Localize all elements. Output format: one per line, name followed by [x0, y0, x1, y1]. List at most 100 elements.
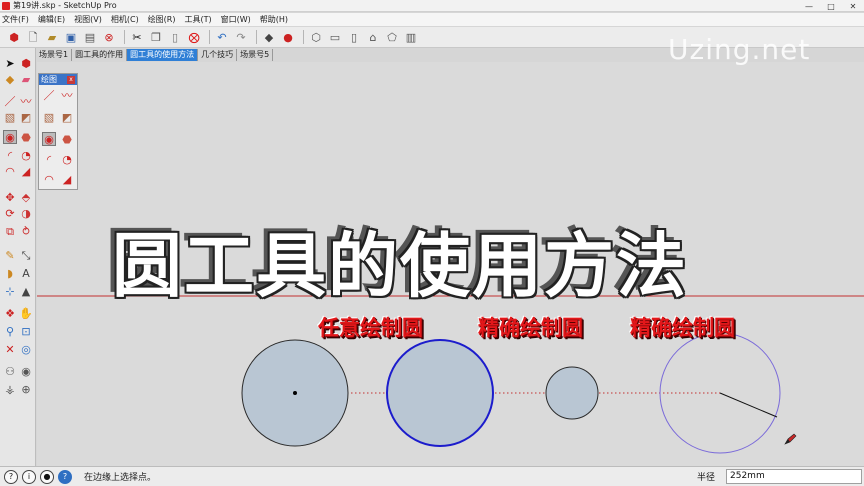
- menu-help[interactable]: 帮助(H): [260, 14, 288, 25]
- cut-icon[interactable]: ✂: [129, 29, 145, 45]
- position-camera-icon[interactable]: ⚇: [3, 364, 17, 378]
- three-point-arc-icon[interactable]: ◢: [19, 164, 33, 178]
- axes-icon[interactable]: ⊹: [3, 284, 17, 298]
- user-icon[interactable]: ●: [40, 469, 54, 484]
- freehand-icon[interactable]: 〰: [19, 94, 33, 108]
- maximize-icon[interactable]: □: [820, 0, 842, 12]
- pie-icon[interactable]: ◔: [19, 148, 33, 162]
- scene-tab-4[interactable]: 几个技巧: [198, 49, 238, 61]
- back-view-icon[interactable]: ▥: [403, 29, 419, 45]
- redo-icon[interactable]: ↷: [233, 29, 249, 45]
- two-point-arc-icon[interactable]: ◠: [3, 164, 17, 178]
- delete-icon[interactable]: ⨂: [186, 29, 202, 45]
- home-view-icon[interactable]: ⌂: [365, 29, 381, 45]
- panel-arc-icon[interactable]: ◜: [42, 152, 56, 166]
- orbit-icon[interactable]: ❖: [3, 306, 17, 320]
- print-icon[interactable]: ▤: [82, 29, 98, 45]
- eraser-icon[interactable]: ▰: [19, 72, 33, 86]
- previous-view-icon[interactable]: ◎: [19, 342, 33, 356]
- circle-precise-selected[interactable]: [386, 339, 494, 447]
- zoom-window-icon[interactable]: ⊡: [19, 324, 33, 338]
- toolbar-separator: [303, 30, 304, 44]
- circle-precise-small[interactable]: [545, 366, 599, 420]
- walk-icon[interactable]: ⚶: [3, 382, 17, 396]
- rotated-rect-icon[interactable]: ◩: [19, 110, 33, 124]
- measurements-input[interactable]: 252mm: [726, 469, 862, 484]
- text-tool-icon[interactable]: A: [19, 266, 33, 280]
- look-around-icon[interactable]: ◉: [19, 364, 33, 378]
- panel-polygon-icon[interactable]: ⬣: [60, 132, 74, 146]
- section-plane-icon[interactable]: ⊕: [19, 382, 33, 396]
- panel-rectangle-icon[interactable]: ▧: [42, 110, 56, 124]
- panel-pie-icon[interactable]: ◔: [60, 152, 74, 166]
- push-pull-icon[interactable]: ⬘: [19, 190, 33, 204]
- status-bar: ? i ● ? 在边缘上选择点。 半径 252mm: [0, 466, 864, 486]
- scene-tab-2[interactable]: 圆工具的作用: [72, 49, 128, 61]
- move-icon[interactable]: ✥: [3, 190, 17, 204]
- window-controls: — □ ✕: [798, 0, 864, 12]
- panel-three-point-arc-icon[interactable]: ◢: [60, 172, 74, 186]
- menu-draw[interactable]: 绘图(R): [148, 14, 176, 25]
- drawing-panel-close-icon[interactable]: x: [67, 75, 75, 84]
- title-bar: 第19讲.skp - SketchUp Pro — □ ✕: [0, 0, 864, 12]
- menu-camera[interactable]: 相机(C): [111, 14, 139, 25]
- radius-preview-line: [719, 392, 778, 418]
- scene-tab-5[interactable]: 场景号5: [237, 49, 274, 61]
- offset-icon[interactable]: ⥁: [19, 224, 33, 238]
- scene-tab-3[interactable]: 圆工具的使用方法: [127, 49, 199, 61]
- zoom-icon[interactable]: ⚲: [3, 324, 17, 338]
- erase-model-icon[interactable]: ⊗: [101, 29, 117, 45]
- zoom-extents-icon[interactable]: ✕: [3, 342, 17, 356]
- 3d-text-icon[interactable]: ▲: [19, 284, 33, 298]
- select-arrow-icon[interactable]: ➤: [3, 56, 17, 70]
- panel-freehand-icon[interactable]: 〰: [60, 88, 74, 102]
- shadow-icon[interactable]: ●: [280, 29, 296, 45]
- info-icon[interactable]: i: [22, 469, 36, 484]
- label-precise-circle-2: 精确绘制圆: [630, 316, 735, 340]
- components-icon[interactable]: ◆: [261, 29, 277, 45]
- open-file-icon[interactable]: ▰: [44, 29, 60, 45]
- dimension-icon[interactable]: ⤡: [19, 248, 33, 262]
- follow-me-icon[interactable]: ◑: [19, 206, 33, 220]
- panel-line-icon[interactable]: ／: [42, 88, 56, 102]
- line-tool-icon[interactable]: ／: [3, 94, 17, 108]
- undo-icon[interactable]: ↶: [214, 29, 230, 45]
- panel-rotated-rect-icon[interactable]: ◩: [60, 110, 74, 124]
- pan-icon[interactable]: ✋: [19, 306, 33, 320]
- label-freehand-circle: 任意绘制圆: [318, 316, 423, 340]
- panel-two-point-arc-icon[interactable]: ◠: [42, 172, 56, 186]
- minimize-icon[interactable]: —: [798, 0, 820, 12]
- drawing-panel-header[interactable]: 绘图 x: [39, 74, 77, 85]
- new-file-icon[interactable]: 🗋: [25, 29, 41, 45]
- large-tool-set: ➤ ⬢ ◆ ▰ ／ 〰 ▧ ◩ ◉ ⬣ ◜ ◔ ◠ ◢ ✥ ⬘ ⟳ ◑ ⧉ ⥁ …: [0, 48, 36, 466]
- tape-measure-icon[interactable]: ✎: [3, 248, 17, 262]
- polygon-icon[interactable]: ⬣: [19, 130, 33, 144]
- menu-file[interactable]: 文件(F): [2, 14, 29, 25]
- help-icon[interactable]: ?: [58, 469, 72, 484]
- rectangle-icon[interactable]: ▧: [3, 110, 17, 124]
- front-view-icon[interactable]: ▯: [346, 29, 362, 45]
- menu-window[interactable]: 窗口(W): [221, 14, 251, 25]
- paste-icon[interactable]: ▯: [167, 29, 183, 45]
- arc-icon[interactable]: ◜: [3, 148, 17, 162]
- copy-icon[interactable]: ❐: [148, 29, 164, 45]
- right-view-icon[interactable]: ⬠: [384, 29, 400, 45]
- iso-view-icon[interactable]: ⬡: [308, 29, 324, 45]
- menu-edit[interactable]: 编辑(E): [38, 14, 65, 25]
- sketchup-icon[interactable]: ⬢: [6, 29, 22, 45]
- rotate-icon[interactable]: ⟳: [3, 206, 17, 220]
- close-icon[interactable]: ✕: [842, 0, 864, 12]
- panel-circle-icon[interactable]: ◉: [42, 132, 56, 146]
- geo-location-icon[interactable]: ?: [4, 469, 18, 484]
- scale-icon[interactable]: ⧉: [3, 224, 17, 238]
- menu-tools[interactable]: 工具(T): [185, 14, 212, 25]
- circle-tool-icon[interactable]: ◉: [3, 130, 17, 144]
- protractor-icon[interactable]: ◗: [3, 266, 17, 280]
- save-icon[interactable]: ▣: [63, 29, 79, 45]
- menu-view[interactable]: 视图(V): [74, 14, 102, 25]
- top-view-icon[interactable]: ▭: [327, 29, 343, 45]
- make-component-icon[interactable]: ⬢: [19, 56, 33, 70]
- scene-tab-1[interactable]: 场景号1: [36, 49, 73, 61]
- circle-center-point: [293, 391, 297, 395]
- paint-bucket-icon[interactable]: ◆: [3, 72, 17, 86]
